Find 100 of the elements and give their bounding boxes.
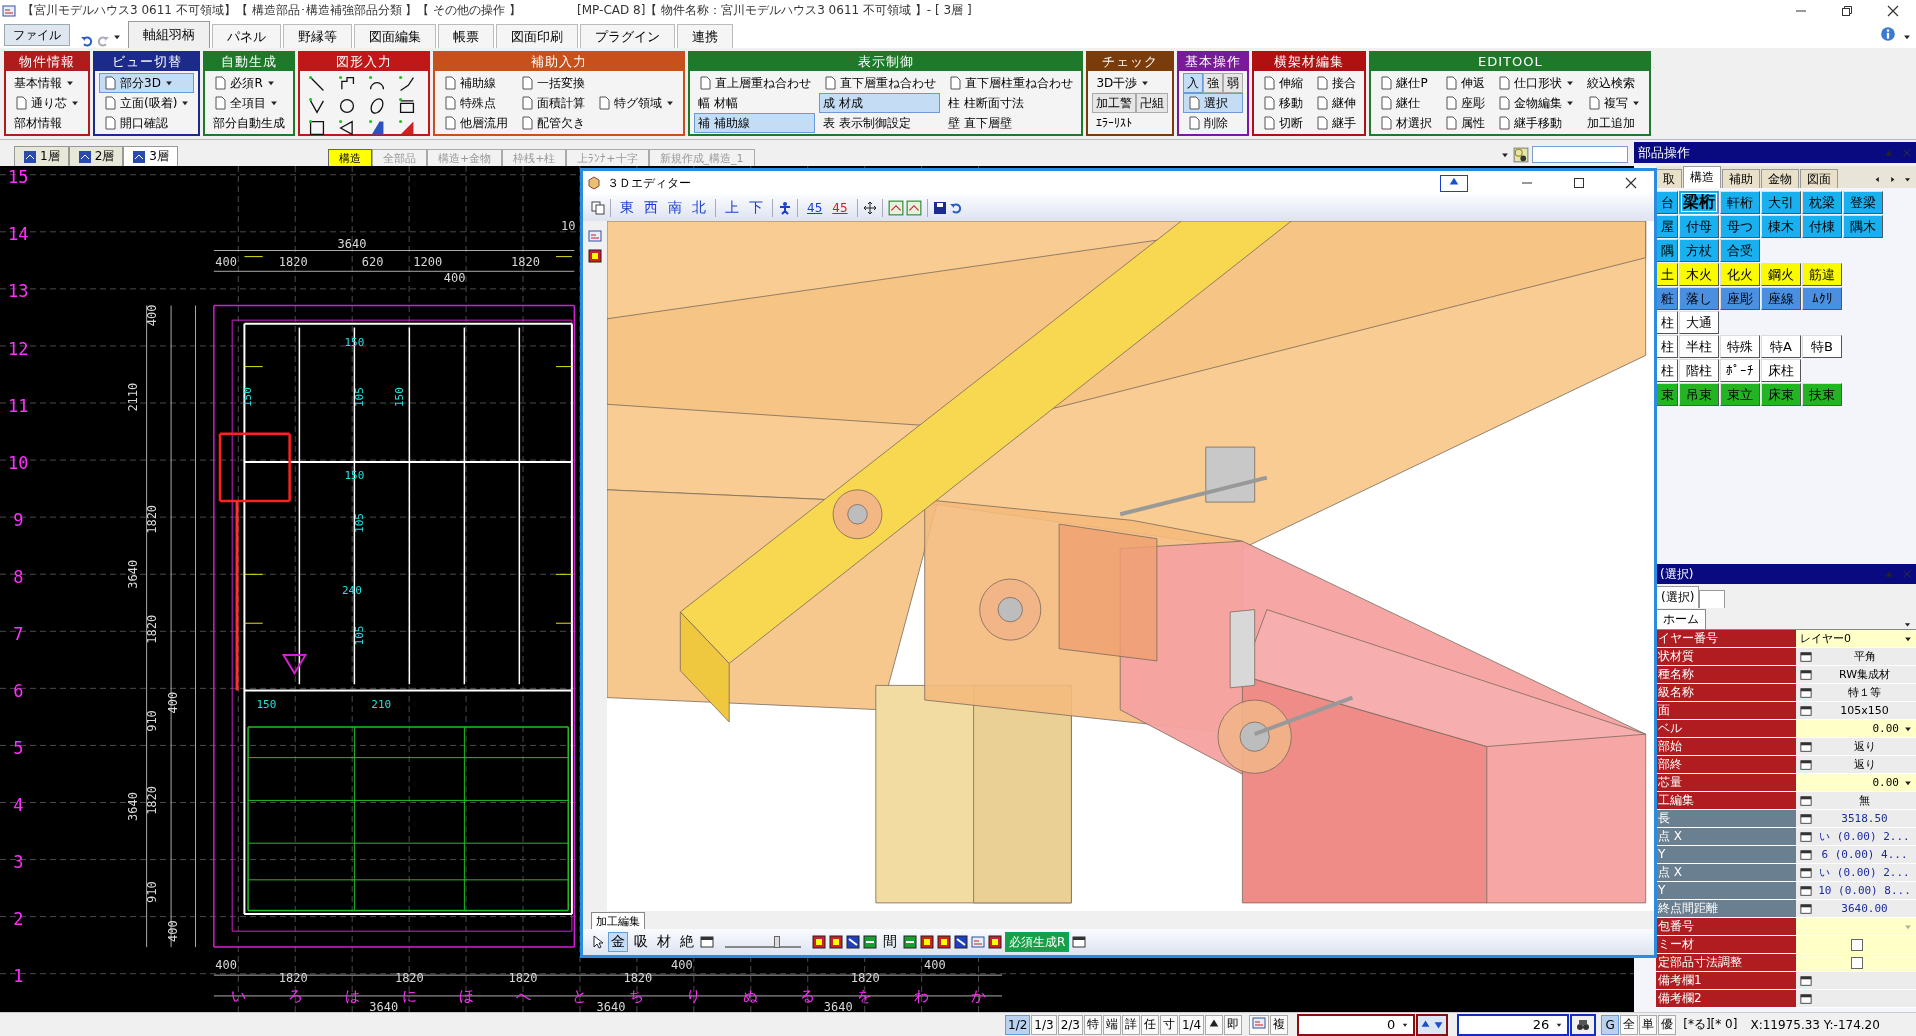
floor-tab[interactable]: 1層 [14, 146, 69, 166]
property-dropdown[interactable]: 0.00 [1796, 720, 1916, 737]
part-button[interactable]: 台 [1656, 191, 1678, 214]
ribbon-button[interactable]: 配管欠き [516, 113, 590, 133]
display-toggle-icon[interactable] [971, 935, 985, 949]
display-toggle-icon[interactable] [920, 935, 934, 949]
ribbon-tab[interactable]: プラグイン [580, 24, 675, 48]
ribbon-button[interactable]: 直上層重ね合わせ [694, 73, 816, 93]
ribbon-tab[interactable]: 連携 [677, 24, 733, 48]
ribbon-button[interactable]: 削除 [1183, 113, 1244, 133]
search-icon[interactable] [1513, 146, 1529, 163]
property-dropdown[interactable]: レイヤー0 [1796, 630, 1916, 647]
left-arrow-icon[interactable] [1873, 175, 1882, 184]
copy-icon[interactable] [591, 201, 605, 215]
scale-button[interactable]: 詳 [1121, 1014, 1140, 1035]
ribbon-button[interactable]: 接合 [1311, 73, 1361, 93]
property-section-tab[interactable]: ホーム [1656, 609, 1706, 629]
shape-tool-icon[interactable] [398, 97, 417, 115]
ribbon-button[interactable]: 複写 [1583, 93, 1646, 113]
part-button[interactable]: ﾑｸﾘ [1802, 287, 1842, 310]
shape-tool-icon[interactable] [338, 97, 357, 115]
display-toggle-icon[interactable] [863, 935, 877, 949]
ribbon-button[interactable]: 継伸 [1311, 93, 1361, 113]
ribbon-button[interactable]: 直下層重ね合わせ [819, 73, 941, 93]
view-direction-button[interactable]: 東 [616, 198, 638, 218]
scale-button[interactable]: 端 [1102, 1014, 1121, 1035]
toggle-button[interactable]: 優 [1658, 1014, 1677, 1035]
ribbon-button[interactable]: 表 表示制御設定 [819, 113, 941, 133]
part-button[interactable]: 登梁 [1843, 191, 1883, 214]
scale-button[interactable]: 寸 [1159, 1014, 1178, 1035]
scale-button[interactable]: 特 [1083, 1014, 1102, 1035]
slider-thumb[interactable] [773, 936, 780, 948]
part-button[interactable]: 大引 [1761, 191, 1801, 214]
toggle-button[interactable]: G [1601, 1014, 1620, 1035]
panel-tab[interactable]: 補助 [1722, 169, 1760, 188]
ribbon-button[interactable]: 継手移動 [1493, 113, 1580, 133]
part-button[interactable]: 隅 [1656, 239, 1678, 262]
ribbon-button[interactable]: 補 補助線 [694, 113, 816, 133]
transparency-slider[interactable] [725, 936, 801, 948]
list-icon[interactable] [1800, 686, 1812, 699]
rotate-angle-button[interactable]: 45 [803, 198, 827, 218]
list-icon[interactable] [1800, 884, 1812, 897]
part-button[interactable]: 柱 [1656, 359, 1678, 382]
checkbox[interactable] [1850, 956, 1863, 969]
window-icon[interactable] [700, 935, 714, 949]
scale-button[interactable]: 任 [1140, 1014, 1159, 1035]
list-icon[interactable] [1800, 902, 1812, 915]
ribbon-button[interactable]: 選択 [1183, 93, 1244, 113]
property-dropdown[interactable]: 0.00 [1796, 774, 1916, 791]
toggle-button[interactable] [1205, 1014, 1224, 1035]
save-icon[interactable] [932, 201, 947, 215]
import-icon[interactable] [905, 200, 922, 216]
part-button[interactable]: 土 [1656, 263, 1678, 286]
part-button[interactable]: 鋼火 [1761, 263, 1801, 286]
list-icon[interactable] [1800, 704, 1812, 717]
part-button[interactable]: 柱 [1656, 335, 1678, 358]
display-toggle-icon[interactable] [988, 935, 1002, 949]
pointer-icon[interactable] [591, 935, 605, 949]
pan-icon[interactable] [862, 201, 877, 215]
part-button[interactable]: 扶束 [1802, 383, 1842, 406]
ribbon-button[interactable]: 部分3D [99, 73, 195, 93]
part-button[interactable]: 梁桁 [1679, 191, 1719, 214]
display-toggle-icon[interactable] [903, 935, 917, 949]
tool-button[interactable]: 材 [654, 932, 674, 952]
list-icon[interactable] [1800, 974, 1812, 987]
display-toggle-icon[interactable] [846, 935, 860, 949]
ribbon-button[interactable]: 幅 材幅 [694, 93, 816, 113]
view-direction-button[interactable]: 南 [664, 198, 686, 218]
floor-tab[interactable]: 3層 [123, 146, 178, 166]
panel-tab[interactable]: 金物 [1761, 169, 1799, 188]
file-menu-button[interactable]: ファイル [4, 24, 70, 46]
ribbon-button[interactable]: ｴﾗｰﾘｽﾄ [1092, 113, 1169, 133]
scale-button[interactable]: 1/4 [1178, 1014, 1205, 1035]
list-icon[interactable] [1800, 650, 1812, 663]
ribbon-button[interactable]: 継手 [1311, 113, 1361, 133]
action-button[interactable]: 複 [1270, 1014, 1289, 1035]
scale-field[interactable]: 26 [1457, 1013, 1570, 1036]
ribbon-tab[interactable]: 図面印刷 [496, 24, 578, 48]
part-button[interactable]: 柱 [1656, 311, 1678, 334]
ribbon-button[interactable]: 部材情報 [10, 113, 84, 133]
checkbox[interactable] [1850, 938, 1863, 951]
list-icon[interactable] [1800, 812, 1812, 825]
tool-icon[interactable] [588, 249, 602, 263]
ribbon-button[interactable]: 柱 柱断面寸法 [944, 93, 1078, 113]
ribbon-tab[interactable]: 帳票 [438, 24, 494, 48]
shape-tool-icon[interactable] [308, 119, 327, 137]
ribbon-tab[interactable]: 図面編集 [354, 24, 436, 48]
search-field[interactable] [1532, 146, 1628, 163]
ribbon-button[interactable]: 基本情報 [10, 73, 84, 93]
list-icon[interactable] [1800, 740, 1812, 753]
part-button[interactable]: ﾎﾟｰﾁ [1720, 359, 1760, 382]
scale-button[interactable]: 2/3 [1057, 1014, 1083, 1035]
caret-icon[interactable] [1903, 175, 1912, 184]
ribbon-button[interactable]: 3D干渉 [1092, 73, 1169, 93]
ribbon-tab[interactable]: 野縁等 [283, 24, 352, 48]
ribbon-button[interactable]: 属性 [1440, 113, 1490, 133]
part-button[interactable]: 棟木 [1761, 215, 1801, 238]
ribbon-button[interactable]: 座彫 [1440, 93, 1490, 113]
ribbon-button[interactable]: 切断 [1258, 113, 1308, 133]
part-button[interactable]: 隅木 [1843, 215, 1883, 238]
